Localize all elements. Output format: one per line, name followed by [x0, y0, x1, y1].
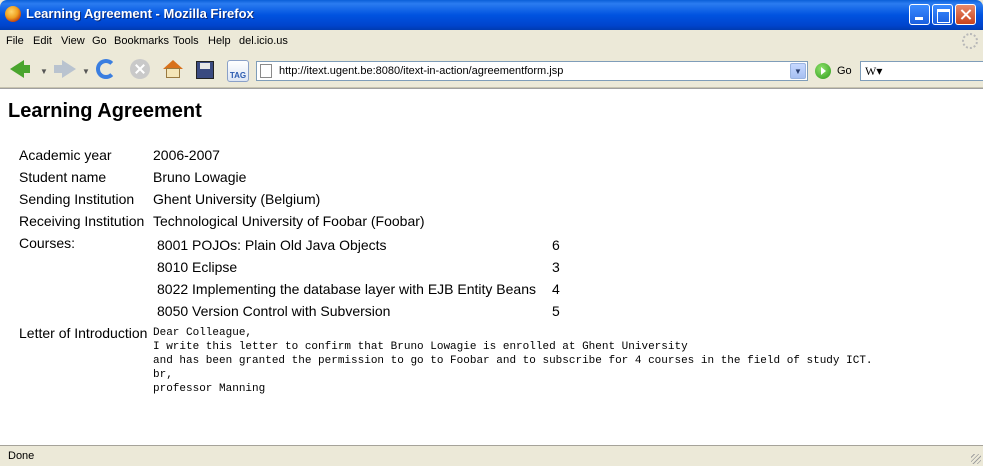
- menu-bar: File Edit View Go Bookmarks Tools Help d…: [0, 30, 983, 52]
- menu-go[interactable]: Go: [92, 35, 107, 47]
- back-arrow-tail[interactable]: [22, 65, 30, 73]
- maximize-button[interactable]: [932, 4, 953, 25]
- status-bar: Done: [0, 445, 983, 466]
- letter-line: I write this letter to confirm that Brun…: [153, 341, 688, 353]
- minimize-button[interactable]: [909, 4, 930, 25]
- menu-edit[interactable]: Edit: [33, 35, 52, 47]
- academic-year-label: Academic year: [19, 147, 112, 163]
- close-button[interactable]: [955, 4, 976, 25]
- academic-year-value: 2006-2007: [153, 147, 220, 163]
- student-name-value: Bruno Lowagie: [153, 169, 247, 185]
- menu-help[interactable]: Help: [208, 35, 231, 47]
- navigation-toolbar: ▼ ▼ TAG http://itext.ugent.be:8080/itext…: [0, 52, 983, 88]
- wikipedia-search-icon[interactable]: W▾: [865, 64, 882, 79]
- page-content: Learning Agreement Academic year 2006-20…: [0, 88, 983, 445]
- address-bar[interactable]: http://itext.ugent.be:8080/itext-in-acti…: [256, 61, 808, 81]
- throbber-icon: [962, 33, 978, 49]
- stop-icon[interactable]: [130, 59, 150, 79]
- course-credits: 3: [552, 259, 560, 275]
- receiving-institution-value: Technological University of Foobar (Foob…: [153, 213, 425, 229]
- status-text: Done: [8, 450, 35, 462]
- letter-of-introduction-label: Letter of Introduction: [19, 325, 148, 341]
- menu-delicious[interactable]: del.icio.us: [239, 35, 288, 47]
- sending-institution-value: Ghent University (Belgium): [153, 191, 321, 207]
- home-base: [166, 68, 180, 78]
- address-dropdown-chevron-icon[interactable]: ▼: [790, 63, 806, 79]
- address-input[interactable]: http://itext.ugent.be:8080/itext-in-acti…: [279, 65, 563, 77]
- save-page-icon[interactable]: [196, 61, 214, 79]
- course-name: 8022 Implementing the database layer wit…: [157, 281, 536, 297]
- forward-history-chevron-icon[interactable]: ▼: [82, 67, 90, 76]
- menu-bookmarks[interactable]: Bookmarks: [114, 35, 169, 47]
- student-name-label: Student name: [19, 169, 107, 185]
- courses-label: Courses:: [19, 235, 76, 251]
- firefox-icon: [5, 6, 21, 22]
- menu-view[interactable]: View: [61, 35, 85, 47]
- course-credits: 5: [552, 303, 560, 319]
- go-arrow-icon: [815, 63, 831, 79]
- home-icon[interactable]: [163, 60, 183, 78]
- go-button[interactable]: Go: [815, 63, 855, 81]
- letter-line: br,: [153, 369, 173, 381]
- forward-arrow-tail[interactable]: [54, 65, 62, 73]
- reload-icon[interactable]: [96, 59, 116, 79]
- receiving-institution-label: Receiving Institution: [19, 213, 145, 229]
- sending-institution-label: Sending Institution: [19, 191, 135, 207]
- letter-line: professor Manning: [153, 383, 266, 395]
- page-title: Learning Agreement: [8, 100, 202, 122]
- window-title-bar[interactable]: Learning Agreement - Mozilla Firefox: [0, 0, 983, 30]
- window-title: Learning Agreement - Mozilla Firefox: [26, 6, 254, 21]
- menu-file[interactable]: File: [6, 35, 24, 47]
- back-history-chevron-icon[interactable]: ▼: [40, 67, 48, 76]
- course-credits: 4: [552, 281, 560, 297]
- course-name: 8001 POJOs: Plain Old Java Objects: [157, 237, 387, 253]
- go-label: Go: [837, 65, 852, 77]
- letter-line: and has been granted the permission to g…: [153, 355, 873, 367]
- menu-tools[interactable]: Tools: [173, 35, 199, 47]
- course-name: 8050 Version Control with Subversion: [157, 303, 391, 319]
- search-input[interactable]: W▾: [860, 61, 983, 81]
- resize-grip[interactable]: [971, 454, 981, 464]
- tag-button[interactable]: TAG: [227, 60, 249, 82]
- letter-line: Dear Colleague,: [153, 327, 253, 339]
- page-icon: [260, 64, 272, 78]
- forward-arrow-icon[interactable]: [62, 60, 76, 78]
- course-credits: 6: [552, 237, 560, 253]
- course-name: 8010 Eclipse: [157, 259, 238, 275]
